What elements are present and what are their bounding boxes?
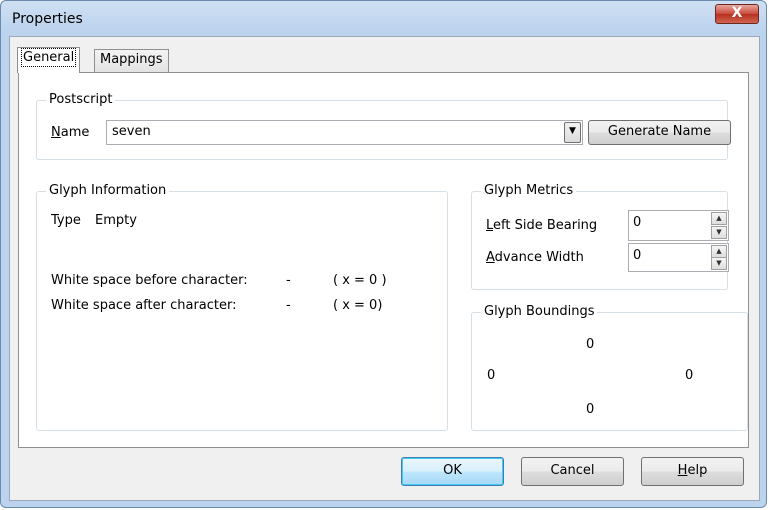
glyph-information-legend: Glyph Information	[46, 183, 170, 198]
title-bar[interactable]: Properties X	[1, 1, 766, 37]
bounding-right-value: 0	[685, 368, 694, 383]
lsb-accel: L	[486, 218, 494, 233]
generate-name-button[interactable]: Generate Name	[588, 120, 731, 145]
name-value: seven	[112, 124, 151, 139]
close-button[interactable]: X	[715, 4, 759, 24]
lsb-rest: eft Side Bearing	[493, 218, 598, 233]
dialog-client-area: General Mappings Postscript Name seven ▼…	[9, 36, 760, 501]
ws-before-dash: -	[286, 273, 291, 288]
aw-value: 0	[633, 248, 642, 263]
help-accel: H	[677, 463, 688, 478]
cancel-button[interactable]: Cancel	[521, 457, 624, 486]
lsb-down-arrow-icon[interactable]: ▼	[711, 226, 727, 239]
bounding-top-value: 0	[586, 337, 595, 352]
lsb-value: 0	[633, 215, 642, 230]
tab-general-label: General	[20, 48, 77, 67]
properties-window: Properties X General Mappings Postscript…	[0, 0, 767, 508]
aw-accel: A	[486, 250, 495, 265]
ws-before-x: ( x = 0 )	[333, 273, 387, 288]
advance-width-label: Advance Width	[486, 250, 584, 265]
ok-button[interactable]: OK	[401, 457, 504, 486]
glyph-metrics-legend: Glyph Metrics	[481, 183, 577, 198]
ws-after-label: White space after character:	[51, 298, 237, 313]
type-label: Type	[51, 213, 81, 228]
chevron-down-icon: ▼	[569, 126, 576, 136]
close-icon: X	[731, 5, 743, 21]
name-label-rest: ame	[60, 125, 90, 140]
aw-rest: dvance Width	[494, 250, 584, 265]
glyph-information-group: Glyph Information Type Empty White space…	[36, 183, 448, 431]
left-side-bearing-spinner[interactable]: 0 ▲ ▼	[628, 210, 729, 241]
glyph-boundings-group: Glyph Boundings 0 0 0 0	[471, 304, 748, 431]
aw-down-arrow-icon[interactable]: ▼	[711, 257, 727, 270]
ws-after-x: ( x = 0)	[333, 298, 383, 313]
bounding-bottom-value: 0	[586, 402, 595, 417]
general-tab-panel: Postscript Name seven ▼ Generate Name Gl…	[18, 72, 749, 448]
postscript-legend: Postscript	[46, 92, 116, 107]
left-side-bearing-label: Left Side Bearing	[486, 218, 597, 233]
glyph-metrics-group: Glyph Metrics Left Side Bearing 0 ▲ ▼ Ad…	[471, 183, 729, 290]
bounding-left-value: 0	[487, 368, 496, 383]
name-combobox[interactable]: seven ▼	[106, 120, 583, 145]
name-dropdown-button[interactable]: ▼	[564, 122, 581, 143]
type-value: Empty	[95, 213, 137, 228]
glyph-boundings-legend: Glyph Boundings	[481, 304, 598, 319]
tab-mappings-label: Mappings	[100, 52, 163, 67]
tab-mappings[interactable]: Mappings	[94, 49, 169, 72]
advance-width-spinner[interactable]: 0 ▲ ▼	[628, 243, 729, 272]
tab-general[interactable]: General	[17, 47, 81, 73]
name-label: Name	[51, 125, 89, 140]
ws-before-label: White space before character:	[51, 273, 248, 288]
help-button[interactable]: Help	[641, 457, 744, 486]
help-rest: elp	[687, 463, 708, 478]
ws-after-dash: -	[286, 298, 291, 313]
window-title: Properties	[12, 11, 83, 27]
lsb-up-arrow-icon[interactable]: ▲	[711, 212, 727, 225]
postscript-group: Postscript Name seven ▼ Generate Name	[36, 92, 731, 160]
name-label-accel: N	[51, 125, 61, 140]
